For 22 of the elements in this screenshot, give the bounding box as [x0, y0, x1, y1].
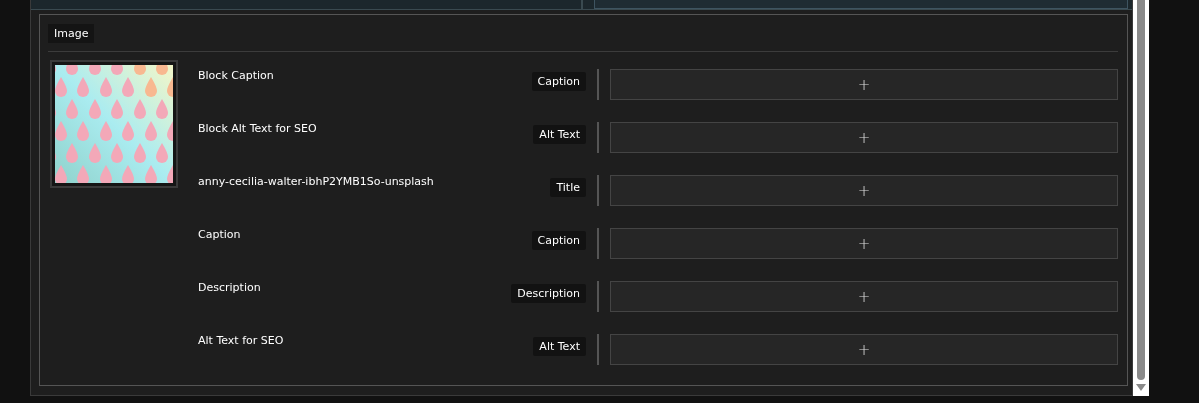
scroll-down-icon[interactable] — [1136, 384, 1146, 392]
field-label: Caption — [198, 228, 242, 241]
field-tag: Alt Text — [533, 337, 586, 356]
add-button[interactable]: + — [610, 281, 1118, 312]
add-button[interactable]: + — [610, 228, 1118, 259]
add-button[interactable]: + — [610, 122, 1118, 153]
scrollbar[interactable] — [1133, 0, 1149, 396]
scrollbar-thumb[interactable] — [1137, 0, 1145, 380]
field-tag: Title — [550, 178, 586, 197]
add-button[interactable]: + — [610, 69, 1118, 100]
field-label: Description — [198, 281, 262, 294]
field-tag: Description — [511, 284, 586, 303]
field-tag: Caption — [531, 72, 586, 91]
field-label: Block Alt Text for SEO — [198, 122, 318, 135]
add-button[interactable]: + — [610, 175, 1118, 206]
field-tag: Alt Text — [533, 125, 586, 144]
section-title: Image — [48, 24, 95, 43]
field-label: anny-cecilia-walter-ibhP2YMB1So-unsplash — [198, 175, 435, 188]
add-button[interactable]: + — [610, 334, 1118, 365]
field-tag: Caption — [531, 231, 586, 250]
field-label: Alt Text for SEO — [198, 334, 285, 347]
field-label: Block Caption — [198, 69, 275, 82]
